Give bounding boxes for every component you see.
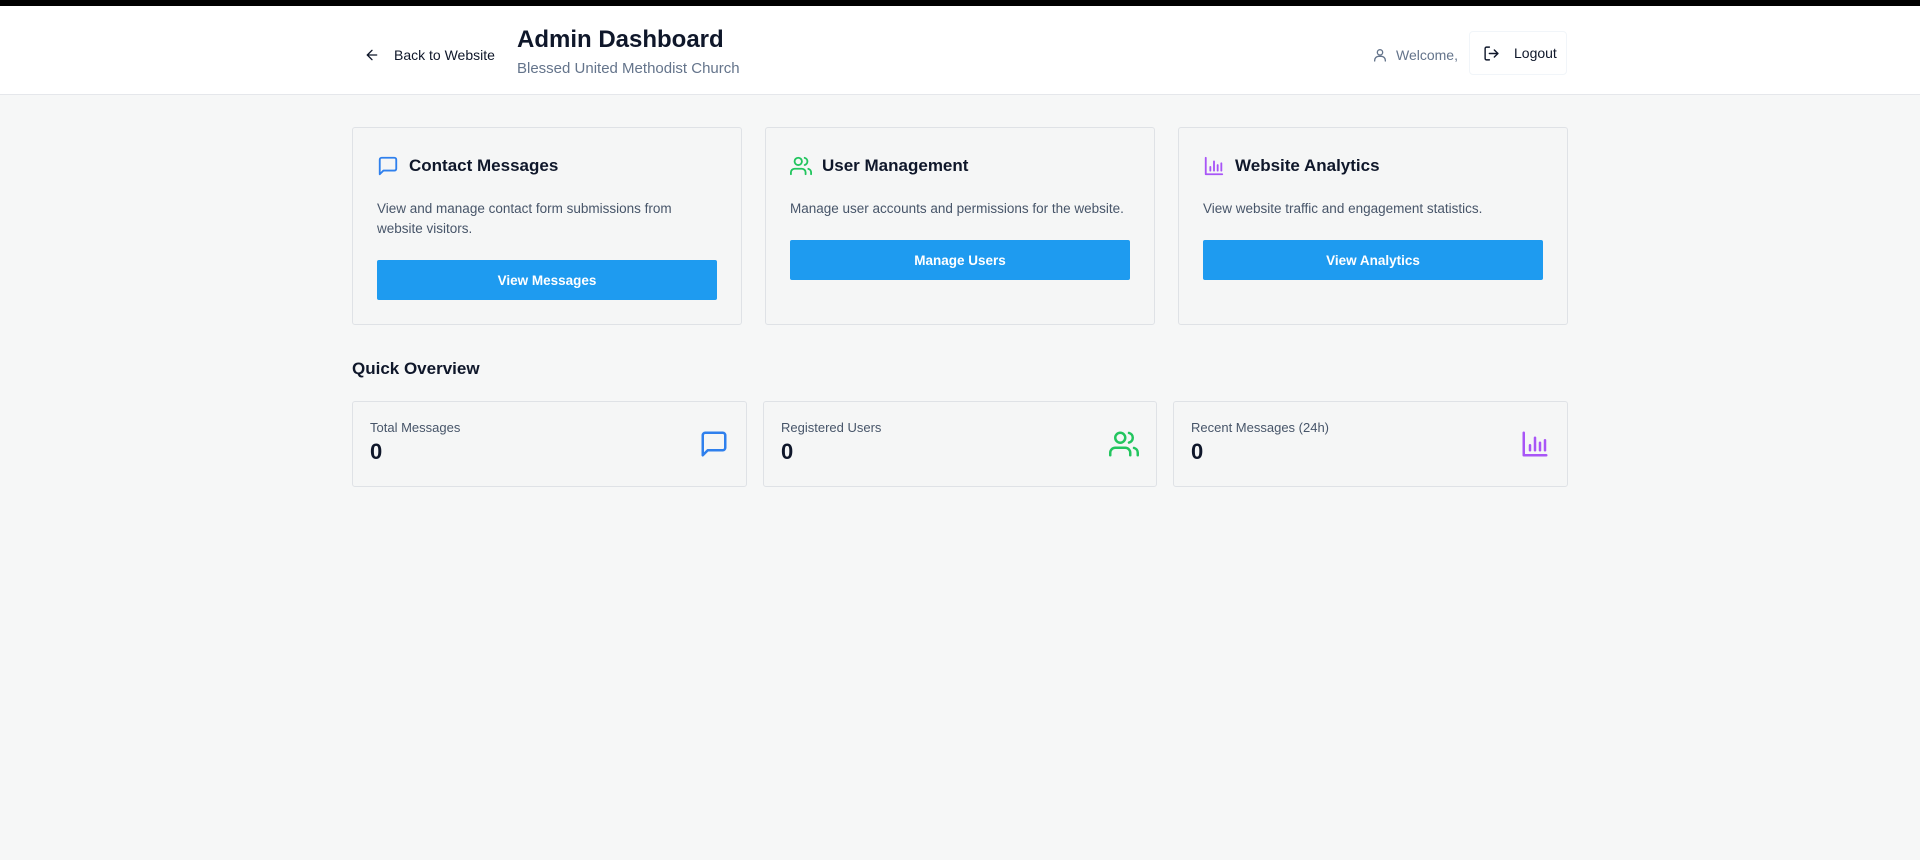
quick-overview-title: Quick Overview <box>352 359 480 378</box>
stat-registered-users: Registered Users 0 <box>763 401 1157 487</box>
message-square-icon <box>378 156 398 176</box>
card-user-management: User Management Manage user accounts and… <box>765 127 1155 325</box>
stat-label: Total Messages <box>370 420 461 435</box>
view-analytics-button[interactable]: View Analytics <box>1203 240 1543 280</box>
title-block: Admin Dashboard Blessed United Methodist… <box>517 24 740 80</box>
view-messages-button[interactable]: View Messages <box>377 260 717 300</box>
card-title: User Management <box>822 156 969 175</box>
stat-value: 0 <box>1191 439 1204 464</box>
page-subtitle: Blessed United Methodist Church <box>517 60 740 77</box>
card-contact-messages: Contact Messages View and manage contact… <box>352 127 742 325</box>
card-title: Website Analytics <box>1235 156 1380 175</box>
logout-button[interactable]: Logout <box>1469 31 1567 75</box>
stat-value: 0 <box>370 439 383 464</box>
stat-total-messages: Total Messages 0 <box>352 401 747 487</box>
back-to-website-label: Back to Website <box>394 47 495 63</box>
stat-recent-messages: Recent Messages (24h) 0 <box>1173 401 1568 487</box>
card-description: View website traffic and engagement stat… <box>1203 201 1483 216</box>
bar-chart-icon <box>1204 156 1224 176</box>
manage-users-button[interactable]: Manage Users <box>790 240 1130 280</box>
page-title: Admin Dashboard <box>517 26 724 53</box>
card-description: View and manage contact form submissions… <box>377 201 672 236</box>
card-title: Contact Messages <box>409 156 559 175</box>
welcome-text: Welcome, <box>1372 40 1458 70</box>
card-description: Manage user accounts and permissions for… <box>790 201 1124 216</box>
header: Back to Website Admin Dashboard Blessed … <box>0 6 1920 95</box>
back-to-website-button[interactable]: Back to Website <box>352 33 497 77</box>
users-icon <box>790 156 812 176</box>
users-icon <box>1109 431 1139 457</box>
bar-chart-icon <box>1522 431 1548 457</box>
arrow-left-icon <box>366 49 378 61</box>
stat-label: Registered Users <box>781 420 882 435</box>
card-website-analytics: Website Analytics View website traffic a… <box>1178 127 1568 325</box>
stat-label: Recent Messages (24h) <box>1191 420 1330 435</box>
message-square-icon <box>701 431 727 457</box>
logout-icon <box>1484 45 1499 61</box>
welcome-label: Welcome, <box>1396 47 1458 63</box>
stat-value: 0 <box>781 439 794 464</box>
user-icon <box>1374 49 1386 62</box>
logout-label: Logout <box>1514 45 1557 61</box>
